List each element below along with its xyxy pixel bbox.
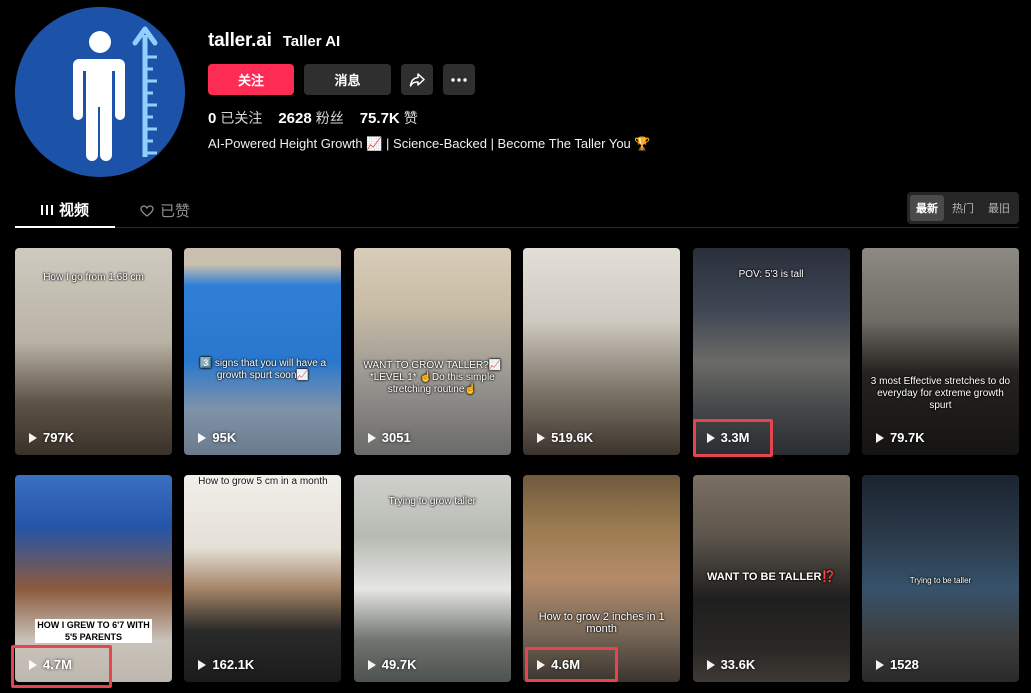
heart-icon: [140, 204, 154, 217]
more-options-button[interactable]: [443, 64, 475, 95]
highlight-box: [525, 647, 618, 682]
video-caption: 3 most Effective stretches to do everyda…: [870, 376, 1011, 411]
view-count: 797K: [29, 430, 74, 445]
followers-count[interactable]: 2628 粉丝: [278, 108, 343, 128]
play-icon: [198, 432, 207, 443]
highlight-box: [693, 419, 773, 457]
play-icon: [875, 432, 884, 443]
stat-value: 75.7K: [359, 110, 400, 127]
following-count[interactable]: 0 已关注: [208, 108, 262, 128]
profile-bio: AI-Powered Height Growth 📈 | Science-Bac…: [208, 136, 651, 151]
view-count: 3051: [367, 430, 411, 445]
height-ruler-logo-icon: [15, 7, 185, 177]
tab-videos-label: 视频: [58, 202, 89, 219]
share-icon: [409, 72, 425, 87]
video-caption: How to grow 5 cm in a month: [198, 476, 328, 487]
sort-popular[interactable]: 热门: [946, 195, 980, 221]
view-count: 33.6K: [706, 657, 756, 672]
sort-oldest[interactable]: 最旧: [982, 195, 1016, 221]
video-caption: WANT TO BE TALLER⁉️: [706, 571, 836, 583]
play-icon: [537, 432, 546, 443]
view-count: 1528: [875, 657, 919, 672]
stat-label: 粉丝: [315, 110, 344, 126]
view-count-value: 162.1K: [212, 657, 255, 672]
sort-toggle: 最新 热门 最旧: [907, 192, 1019, 224]
tab-liked[interactable]: 已赞: [140, 193, 190, 228]
view-count-value: 33.6K: [720, 657, 756, 672]
content-tabs: 视频 已赞 最新 热门 最旧: [15, 192, 1019, 228]
video-caption: Trying to grow taller: [388, 496, 476, 507]
view-count-value: 95K: [212, 430, 237, 445]
view-count-value: 79.7K: [889, 430, 925, 445]
username: taller.ai: [208, 30, 272, 51]
video-caption: 3️⃣ signs that you will have a growth sp…: [199, 358, 327, 381]
stat-value: 0: [208, 110, 217, 127]
video-card[interactable]: How to grow 5 cm in a month 162.1K: [184, 475, 342, 682]
video-caption: HOW I GREW TO 6'7 WITH 5'5 PARENTS: [35, 619, 152, 643]
profile-avatar: [15, 7, 185, 177]
message-button[interactable]: 消息: [304, 64, 391, 95]
view-count: 95K: [198, 430, 236, 445]
profile-header: taller.ai Taller AI: [208, 30, 340, 52]
view-count: 519.6K: [537, 430, 593, 445]
likes-count: 75.7K 赞: [360, 108, 418, 128]
view-count-value: 797K: [43, 430, 75, 445]
video-card[interactable]: 3 most Effective stretches to do everyda…: [861, 248, 1019, 455]
nickname: Taller AI: [282, 33, 341, 50]
view-count: 162.1K: [198, 657, 254, 672]
video-grid: How I go from 1.68 cm 797K 3️⃣ signs tha…: [15, 248, 1019, 682]
video-card[interactable]: WANT TO GROW TALLER?📈 *LEVEL 1* ☝️Do thi…: [353, 248, 511, 455]
stat-value: 2628: [278, 110, 312, 127]
view-count-value: 3051: [381, 430, 411, 445]
profile-actions: 关注 消息: [208, 64, 475, 95]
video-card[interactable]: Trying to be taller 1528: [861, 475, 1019, 682]
play-icon: [706, 659, 715, 670]
video-caption: WANT TO GROW TALLER?📈 *LEVEL 1* ☝️Do thi…: [363, 360, 502, 395]
video-caption: How I go from 1.68 cm: [43, 272, 144, 283]
play-icon: [875, 659, 884, 670]
video-caption: POV: 5'3 is tall: [738, 269, 804, 280]
video-card[interactable]: How I go from 1.68 cm 797K: [15, 248, 172, 455]
view-count-value: 519.6K: [551, 430, 594, 445]
video-card[interactable]: Trying to grow taller 49.7K: [353, 475, 511, 682]
play-icon: [367, 659, 376, 670]
play-icon: [367, 432, 376, 443]
more-dots-icon: [451, 77, 467, 82]
tab-videos[interactable]: 视频: [15, 193, 115, 228]
grid-icon: [40, 204, 53, 215]
tab-liked-label: 已赞: [160, 203, 191, 220]
view-count-value: 1528: [889, 657, 919, 672]
video-card[interactable]: WANT TO BE TALLER⁉️ 33.6K: [692, 475, 850, 682]
video-card[interactable]: 3️⃣ signs that you will have a growth sp…: [184, 248, 342, 455]
share-button[interactable]: [401, 64, 433, 95]
view-count: 79.7K: [875, 430, 925, 445]
view-count: 49.7K: [367, 657, 417, 672]
video-caption: How to grow 2 inches in 1 month: [538, 611, 665, 635]
stat-label: 赞: [403, 110, 418, 126]
follow-button[interactable]: 关注: [208, 64, 294, 95]
highlight-box: [11, 645, 112, 688]
video-caption: Trying to be taller: [909, 576, 972, 585]
view-count-value: 49.7K: [381, 657, 417, 672]
sort-latest[interactable]: 最新: [910, 195, 944, 221]
profile-names: taller.ai Taller AI: [208, 30, 340, 52]
profile-stats: 0 已关注 2628 粉丝 75.7K 赞: [208, 108, 418, 128]
play-icon: [198, 659, 207, 670]
video-card[interactable]: 519.6K: [523, 248, 681, 455]
play-icon: [29, 432, 37, 443]
stat-label: 已关注: [220, 110, 263, 126]
